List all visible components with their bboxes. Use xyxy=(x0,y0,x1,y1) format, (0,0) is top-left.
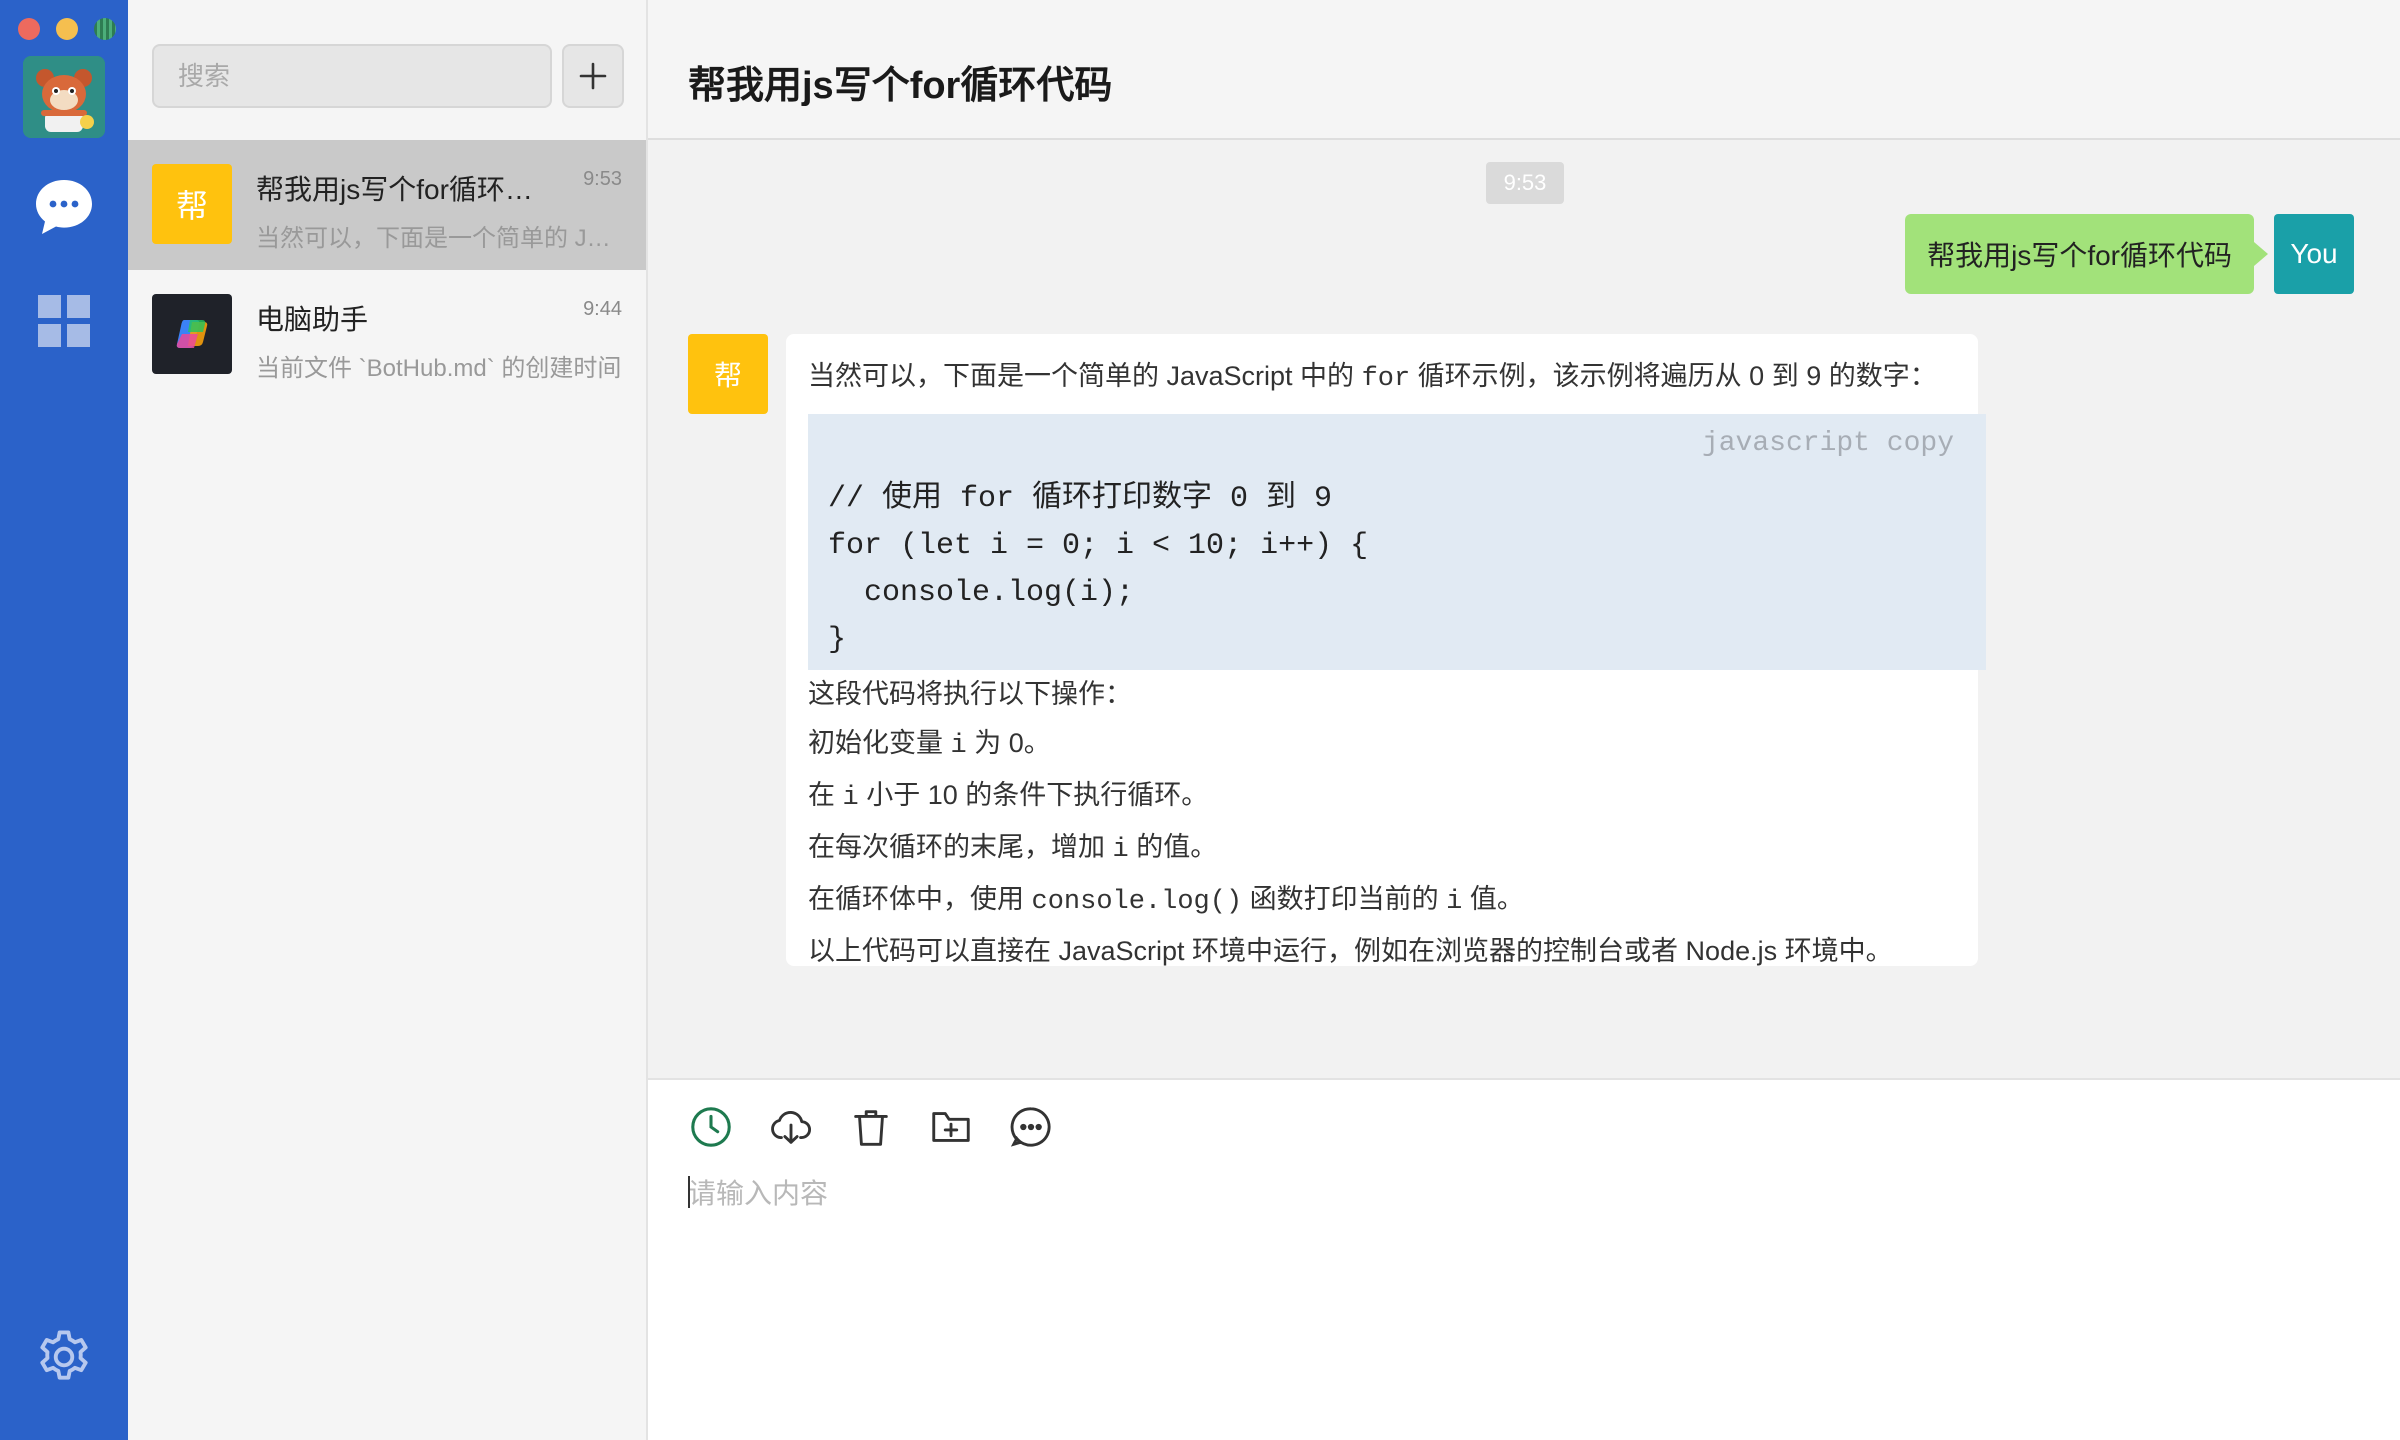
text-span: 初始化变量 xyxy=(808,728,951,758)
text-span: 为 0。 xyxy=(966,728,1051,758)
chat-title: 帮我用js写个for循环代码 xyxy=(688,65,1113,107)
more-chat-icon xyxy=(1010,1107,1051,1147)
bot-avatar: 帮 xyxy=(688,334,768,414)
bot-intro: 当然可以，下面是一个简单的 JavaScript 中的 for 循环示例，该示例… xyxy=(808,352,1958,404)
code-line: // 使用 for 循环打印数字 0 到 9 xyxy=(828,482,1333,516)
inline-code: i xyxy=(1112,835,1129,865)
bot-outro: 以上代码可以直接在 JavaScript 环境中运行，例如在浏览器的控制台或者 … xyxy=(808,936,1893,966)
step-item: 在循环体中，使用 console.log() 函数打印当前的 i 值。 xyxy=(808,875,1958,927)
chat-header: 帮我用js写个for循环代码 xyxy=(648,0,2400,140)
code-line: console.log(i); xyxy=(828,576,1135,610)
history-button[interactable] xyxy=(688,1104,734,1150)
search-input[interactable] xyxy=(178,60,526,92)
step-item: 在 i 小于 10 的条件下执行循环。 xyxy=(808,771,1958,823)
user-avatar-badge: You xyxy=(2274,214,2354,294)
close-window-button[interactable] xyxy=(18,18,40,40)
cloud-download-icon xyxy=(771,1111,811,1144)
nav-chat-button[interactable] xyxy=(32,176,96,238)
code-copy-button[interactable]: javascript copy xyxy=(1702,428,1954,459)
step-item: 初始化变量 i 为 0。 xyxy=(808,719,1958,771)
user-avatar-illustration xyxy=(23,56,105,138)
inline-code: i xyxy=(1446,887,1463,917)
cloud-download-button[interactable] xyxy=(768,1104,814,1150)
more-button[interactable] xyxy=(1008,1104,1054,1150)
conversation-title: 帮我用js写个for循环代码 xyxy=(256,174,546,205)
nav-apps-button[interactable] xyxy=(37,294,91,348)
app-rail xyxy=(0,0,128,1440)
new-conversation-button[interactable] xyxy=(562,44,624,108)
folder-add-icon xyxy=(932,1112,970,1142)
text-span: 在每次循环的末尾，增加 xyxy=(808,832,1113,862)
bot-message-bubble[interactable]: 当然可以，下面是一个简单的 JavaScript 中的 for 循环示例，该示例… xyxy=(786,334,1986,966)
new-folder-button[interactable] xyxy=(928,1104,974,1150)
user-avatar[interactable] xyxy=(23,56,105,138)
inline-code: i xyxy=(950,731,967,761)
text-span: 在循环体中，使用 xyxy=(808,884,1032,914)
conversation-preview: 当前文件 `BotHub.md` 的创建时间 xyxy=(256,355,622,382)
inline-code: console.log() xyxy=(1031,887,1243,917)
conversation-item[interactable]: 电脑助手 9:44 当前文件 `BotHub.md` 的创建时间 xyxy=(128,270,646,400)
text-span: 函数打印当前的 xyxy=(1242,884,1447,914)
conversation-time: 9:53 xyxy=(583,168,622,190)
message-input[interactable] xyxy=(688,1172,2348,1412)
conversation-time: 9:44 xyxy=(583,298,622,320)
apps-grid-icon xyxy=(38,295,90,347)
inline-code: for xyxy=(1361,364,1411,394)
trash-icon xyxy=(854,1110,888,1146)
user-message-text: 帮我用js写个for循环代码 xyxy=(1927,240,2232,271)
text-span: 循环示例，该示例将遍历从 0 到 9 的数字： xyxy=(1410,361,1937,391)
conversation-list-pane: 帮 帮我用js写个for循环代码 9:53 当然可以，下面是一个简单的 Java… xyxy=(128,0,648,1440)
minimize-window-button[interactable] xyxy=(56,18,78,40)
settings-button[interactable] xyxy=(33,1326,95,1388)
text-span: 在 xyxy=(808,780,843,810)
inline-code: i xyxy=(842,783,859,813)
delete-button[interactable] xyxy=(848,1104,894,1150)
window-controls xyxy=(18,18,116,40)
text-span: 的值。 xyxy=(1128,832,1218,862)
copilot-logo-icon xyxy=(176,320,208,348)
composer xyxy=(648,1078,2400,1440)
conversation-title: 电脑助手 xyxy=(256,304,369,335)
gear-icon xyxy=(40,1330,88,1380)
conversation-item[interactable]: 帮 帮我用js写个for循环代码 9:53 当然可以，下面是一个简单的 Java… xyxy=(128,140,646,270)
steps-intro: 这段代码将执行以下操作： xyxy=(808,679,1132,709)
conversation-preview: 当然可以，下面是一个简单的 JavaScript 中的 for 循环示例 xyxy=(256,225,622,252)
time-divider: 9:53 xyxy=(1486,162,1564,204)
text-caret xyxy=(688,1176,690,1208)
chat-bubble-icon xyxy=(36,180,92,234)
search-box[interactable] xyxy=(152,44,552,108)
step-item: 在每次循环的末尾，增加 i 的值。 xyxy=(808,823,1958,875)
code-block: javascript copy // 使用 for 循环打印数字 0 到 9 f… xyxy=(808,414,1986,670)
plus-icon xyxy=(579,62,607,90)
zoom-window-button[interactable] xyxy=(94,18,116,40)
conversation-avatar xyxy=(152,294,232,374)
user-message-bubble[interactable]: 帮我用js写个for循环代码 xyxy=(1905,214,2268,294)
text-span: 当然可以，下面是一个简单的 JavaScript 中的 xyxy=(808,361,1362,391)
text-span: 小于 10 的条件下执行循环。 xyxy=(858,780,1209,810)
message-area[interactable]: 9:53 帮我用js写个for循环代码 You 帮 当然可以，下面是一个简单的 … xyxy=(648,140,2400,1078)
code-line: for (let i = 0; i < 10; i++) { xyxy=(828,529,1369,563)
conversation-avatar: 帮 xyxy=(152,164,232,244)
text-span: 值。 xyxy=(1462,884,1524,914)
history-clock-icon xyxy=(691,1107,731,1147)
code-line: } xyxy=(828,623,847,657)
